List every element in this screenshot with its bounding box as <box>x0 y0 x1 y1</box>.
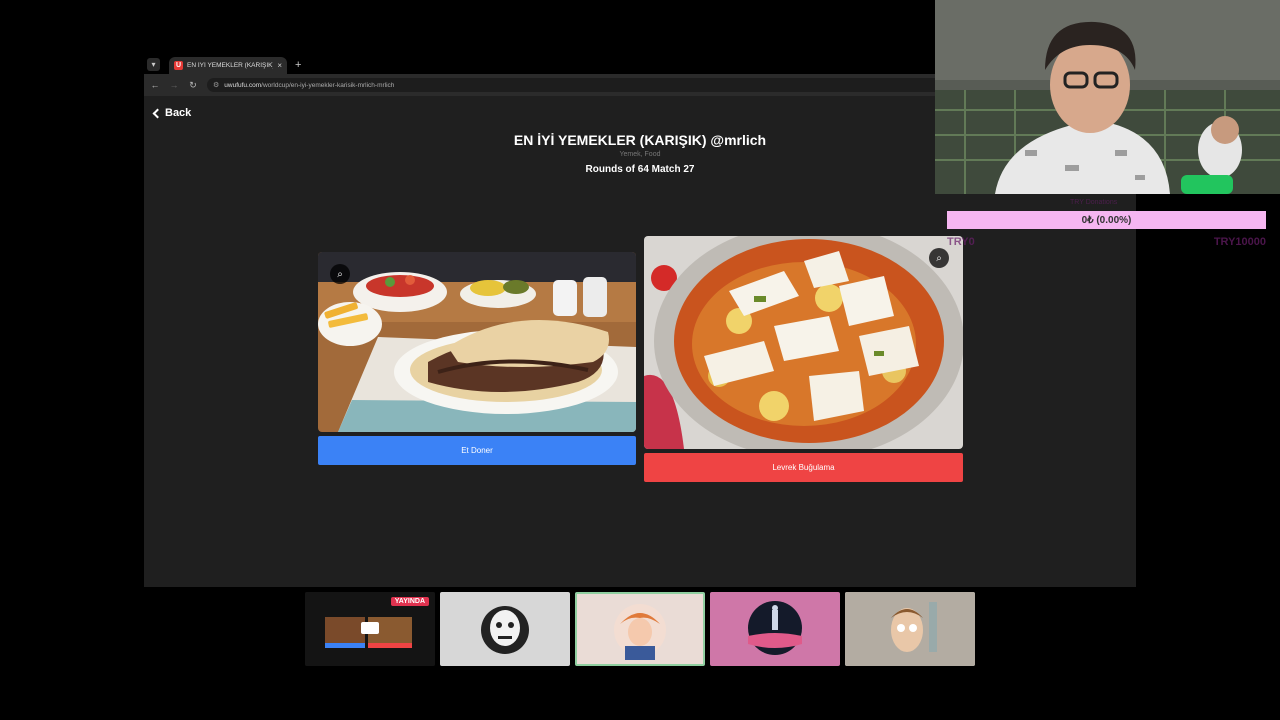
participant-tile-cartoon[interactable] <box>845 592 975 666</box>
donation-progress-bar: 0₺ (0.00%) <box>947 211 1266 229</box>
participant-strip: YAYINDA <box>305 592 975 666</box>
active-tab[interactable]: U EN İYİ YEMEKLER (KARIŞIK) @m × <box>169 57 287 74</box>
choice-image-levrek-bugulama[interactable] <box>644 236 963 449</box>
participant-tile-skull[interactable] <box>440 592 570 666</box>
new-tab-icon[interactable]: + <box>295 59 301 71</box>
choice-button-right[interactable]: Levrek Buğulama <box>644 453 963 482</box>
zoom-icon-left[interactable]: ⌕ <box>330 264 350 284</box>
url-domain: uwufufu.com <box>224 81 262 89</box>
back-label: Back <box>165 107 192 119</box>
url-text: uwufufu.com/worldcup/en-iyi-yemekler-kar… <box>224 82 394 89</box>
back-arrow-icon[interactable]: ← <box>150 80 160 90</box>
tab-close-icon[interactable]: × <box>277 61 282 70</box>
zoom-icon-right[interactable]: ⌕ <box>929 248 949 268</box>
chevron-left-icon <box>152 108 163 118</box>
forward-arrow-icon[interactable]: → <box>169 80 179 90</box>
participant-tile-screen[interactable]: YAYINDA <box>305 592 435 666</box>
webcam-feed <box>935 0 1280 194</box>
site-info-icon[interactable]: ⚙ <box>213 81 219 89</box>
participant-tile-space[interactable] <box>710 592 840 666</box>
site-favicon-icon: U <box>174 61 183 70</box>
donation-caption: TRY Donations <box>1070 199 1118 206</box>
back-button[interactable]: Back <box>152 107 192 119</box>
donation-start-label: TRY0 <box>947 236 975 248</box>
choice-button-left[interactable]: Et Doner <box>318 436 636 465</box>
participant-tile-anime[interactable] <box>575 592 705 666</box>
reload-icon[interactable]: ↻ <box>188 80 198 91</box>
donation-goal-label: TRY10000 <box>1213 236 1266 248</box>
choice-image-et-doner[interactable] <box>318 252 636 432</box>
tab-search-icon[interactable]: ▾ <box>147 58 160 71</box>
live-badge: YAYINDA <box>390 597 429 606</box>
tab-title: EN İYİ YEMEKLER (KARIŞIK) @m <box>187 62 274 69</box>
stream-screen: ▾ U EN İYİ YEMEKLER (KARIŞIK) @m × + ← →… <box>0 0 1280 720</box>
url-path: /worldcup/en-iyi-yemekler-karisik-mrlich… <box>261 81 395 89</box>
